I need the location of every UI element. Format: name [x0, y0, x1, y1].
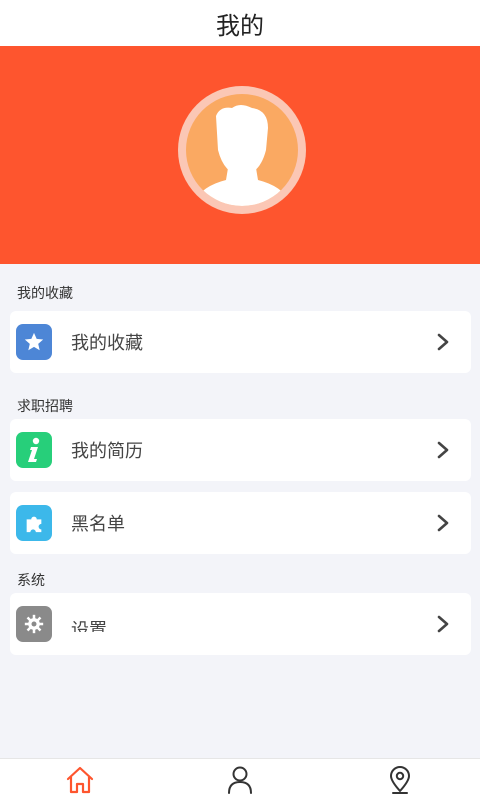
chevron-right-icon [437, 615, 449, 633]
profile-header [0, 46, 480, 264]
chevron-right-icon [437, 441, 449, 459]
section-label-system: 系统 [17, 573, 45, 589]
chevron-right-icon [437, 333, 449, 351]
star-icon [16, 324, 52, 360]
avatar[interactable] [178, 86, 306, 214]
tab-profile[interactable] [160, 759, 320, 800]
avatar-placeholder-icon [186, 94, 298, 206]
section-label-jobs: 求职招聘 [17, 399, 73, 415]
row-my-favorites[interactable]: 我的收藏 [10, 311, 471, 373]
info-icon [16, 432, 52, 468]
row-blacklist[interactable]: 黑名单 [10, 492, 471, 554]
gear-icon [16, 606, 52, 642]
bottom-tab-bar [0, 758, 480, 800]
row-label: 黑名单 [71, 514, 125, 535]
chevron-right-icon [437, 514, 449, 532]
tab-home[interactable] [0, 759, 160, 800]
section-label-favorites: 我的收藏 [17, 286, 73, 302]
row-label: 我的收藏 [71, 333, 143, 354]
row-label: 我的简历 [71, 441, 143, 462]
location-pin-icon [390, 765, 410, 794]
home-icon [66, 766, 94, 793]
puzzle-icon [16, 505, 52, 541]
person-icon [228, 766, 252, 794]
page-title: 我的 [216, 11, 264, 40]
row-my-resume[interactable]: 我的简历 [10, 419, 471, 481]
row-settings[interactable]: 设置 [10, 593, 471, 655]
title-bar: 我的 [0, 0, 480, 46]
tab-location[interactable] [320, 759, 480, 800]
row-label: 设置 [71, 620, 107, 632]
